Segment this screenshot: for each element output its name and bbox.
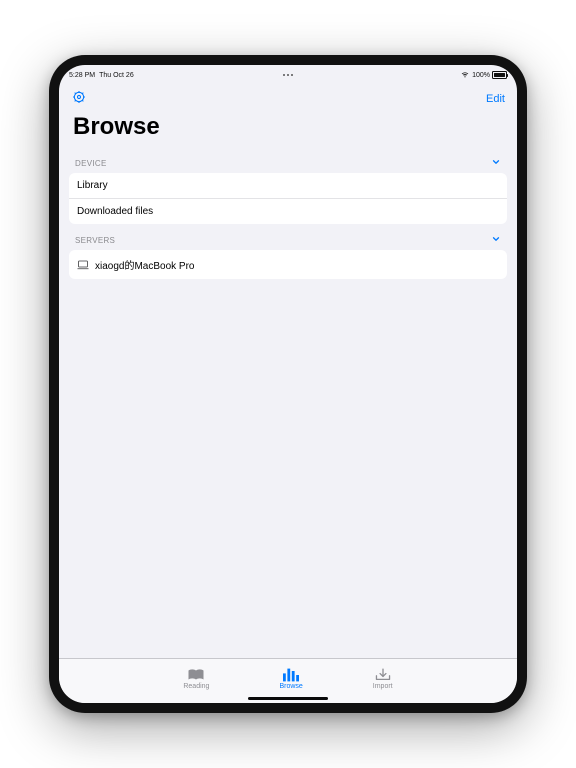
bars-icon (283, 668, 299, 682)
battery-percent: 100% (472, 72, 490, 79)
tab-label: Import (373, 683, 393, 690)
gear-icon (71, 89, 87, 105)
list-item-label: Downloaded files (77, 206, 153, 217)
chevron-down-icon (491, 234, 501, 246)
list-item-server[interactable]: xiaogd的MacBook Pro (69, 250, 507, 279)
edit-button[interactable]: Edit (486, 93, 505, 105)
ipad-frame: 5:28 PM Thu Oct 26 100% (49, 55, 527, 713)
navigation-toolbar: Edit (59, 83, 517, 111)
list-item-label: Library (77, 180, 108, 191)
battery-indicator: 100% (472, 71, 507, 79)
multitask-dots-icon[interactable] (283, 74, 293, 76)
section-header-device[interactable]: DEVICE (69, 147, 507, 173)
list-item-label: xiaogd的MacBook Pro (95, 257, 195, 272)
section-header-servers-label: SERVERS (75, 236, 115, 245)
status-date: Thu Oct 26 (99, 72, 134, 79)
tab-reading[interactable]: Reading (183, 668, 209, 690)
home-indicator[interactable] (248, 697, 328, 700)
section-header-device-label: DEVICE (75, 159, 107, 168)
tab-bar: Reading Browse (59, 658, 517, 703)
servers-list: xiaogd的MacBook Pro (69, 250, 507, 279)
tab-label: Browse (279, 683, 302, 690)
settings-button[interactable] (71, 89, 87, 110)
tab-label: Reading (183, 683, 209, 690)
device-list: Library Downloaded files (69, 173, 507, 224)
book-icon (187, 668, 205, 682)
chevron-down-icon (491, 157, 501, 169)
section-header-servers[interactable]: SERVERS (69, 224, 507, 250)
computer-icon (77, 260, 89, 270)
list-item-downloaded-files[interactable]: Downloaded files (69, 198, 507, 224)
status-time: 5:28 PM (69, 72, 95, 79)
battery-icon (492, 71, 507, 79)
screen: 5:28 PM Thu Oct 26 100% (59, 65, 517, 703)
list-item-library[interactable]: Library (69, 173, 507, 198)
content-area: DEVICE Library Downloaded files SERVERS (59, 147, 517, 658)
wifi-icon (461, 71, 469, 79)
tab-browse[interactable]: Browse (279, 668, 302, 690)
page-title: Browse (59, 111, 517, 147)
tab-import[interactable]: Import (373, 668, 393, 690)
status-bar: 5:28 PM Thu Oct 26 100% (59, 65, 517, 83)
import-icon (375, 668, 391, 682)
